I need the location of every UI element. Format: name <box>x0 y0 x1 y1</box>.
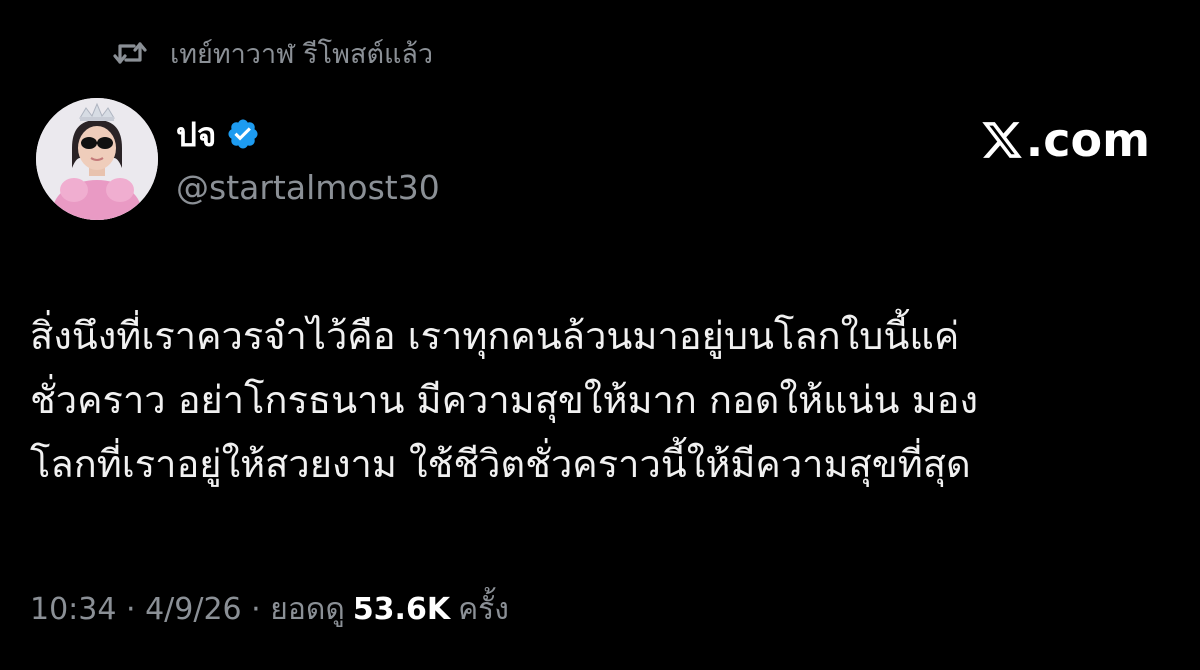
repost-icon <box>110 33 150 73</box>
views-count: 53.6K <box>352 591 451 627</box>
meta-separator-2: · <box>241 591 271 627</box>
repost-text: เทย์ทาวาฬ รีโพสต์แล้ว <box>170 38 434 70</box>
brand-watermark: .com <box>980 110 1150 170</box>
author-display-name[interactable]: ปจ <box>176 108 216 161</box>
brand-suffix: .com <box>1025 113 1150 167</box>
avatar[interactable] <box>36 98 158 220</box>
tweet-line-1: สิ่งนึงที่เราควรจำไว้คือ เราทุกคนล้วนมาอ… <box>30 314 960 358</box>
repost-indicator[interactable]: เทย์ทาวาฬ รีโพสต์แล้ว <box>110 30 433 76</box>
tweet-meta: 10:34 · 4/9/26 · ยอดดู 53.6K ครั้ง <box>30 586 509 632</box>
meta-separator-1: · <box>116 591 146 627</box>
author-name-row[interactable]: ปจ <box>176 112 262 156</box>
tweet-line-3: โลกที่เราอยู่ให้สวยงาม ใช้ชีวิตชั่วคราวน… <box>30 442 971 486</box>
verified-badge-icon <box>226 116 262 152</box>
views-unit: ครั้ง <box>458 591 509 627</box>
views-label: ยอดดู <box>270 591 345 627</box>
tweet-time[interactable]: 10:34 <box>30 592 116 627</box>
tweet-date[interactable]: 4/9/26 <box>145 592 242 627</box>
x-logo-icon <box>982 122 1022 158</box>
tweet-text: สิ่งนึงที่เราควรจำไว้คือ เราทุกคนล้วนมาอ… <box>30 304 1180 496</box>
tweet-line-2: ชั่วคราว อย่าโกรธนาน มีความสุขให้มาก กอด… <box>30 378 979 422</box>
author-handle[interactable]: @startalmost30 <box>176 168 440 207</box>
